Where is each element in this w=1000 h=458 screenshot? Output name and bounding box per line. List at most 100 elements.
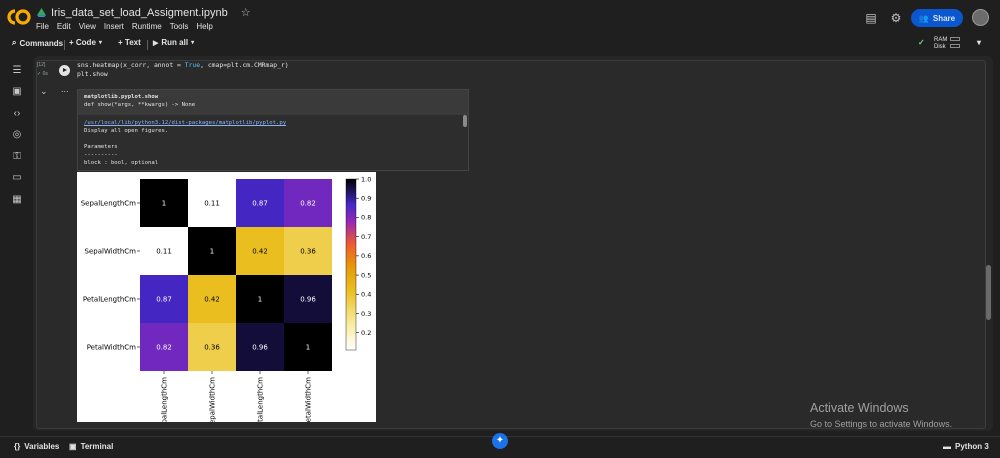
colorbar-tick-label: 1.0 <box>361 175 371 183</box>
output-menu-icon[interactable]: ... <box>61 84 69 94</box>
code-keyword: True <box>184 61 201 69</box>
y-tick-label: SepalWidthCm <box>85 248 137 256</box>
runtime-label: Python 3 <box>955 442 989 451</box>
avatar[interactable] <box>972 9 989 26</box>
terminal-icon: ▣ <box>69 442 77 451</box>
folder-icon[interactable]: ▭ <box>11 172 23 184</box>
gear-icon[interactable]: ⚙ <box>889 11 903 25</box>
star-icon[interactable]: ☆ <box>241 6 251 19</box>
commands-label: Commands <box>19 38 64 48</box>
doc-scrollbar[interactable] <box>463 115 467 127</box>
doc-signature: matplotlib.pyplot.show <box>84 94 159 100</box>
disk-bar <box>950 44 960 48</box>
x-tick-label: PetalLengthCm <box>257 377 265 422</box>
heatmap-annotation: 1 <box>258 296 262 304</box>
colorbar-tick-label: 0.4 <box>361 291 371 299</box>
heatmap-annotation: 0.11 <box>204 200 220 208</box>
colorbar-tick-label: 0.2 <box>361 329 371 337</box>
colorbar-tick-label: 0.9 <box>361 195 371 203</box>
terminal-button[interactable]: ▣ Terminal <box>69 442 113 451</box>
colorbar-tick-label: 0.7 <box>361 233 371 241</box>
exec-count: [12] ✓ 0s <box>37 62 48 77</box>
heatmap-annotation: 0.87 <box>156 296 172 304</box>
runtime-button[interactable]: ▬ Python 3 <box>943 442 989 451</box>
heatmap-annotation: 0.87 <box>252 200 268 208</box>
menu-file[interactable]: File <box>36 22 49 31</box>
toc-icon[interactable]: ☰ <box>11 65 23 77</box>
toolbar-divider <box>64 40 65 50</box>
key-icon[interactable]: ⚿ <box>11 151 23 163</box>
code-icon[interactable]: ‹› <box>11 108 23 120</box>
menu-bar: File Edit View Insert Runtime Tools Help <box>36 22 213 31</box>
toolbar-divider <box>147 40 148 50</box>
y-tick-label: PetalWidthCm <box>87 344 136 352</box>
run-cell-button[interactable] <box>59 65 70 76</box>
heatmap-annotation: 1 <box>306 344 310 352</box>
code-text: plt.show <box>77 69 108 78</box>
doc-source-link[interactable]: /usr/local/lib/python3.12/dist-packages/… <box>84 120 286 126</box>
heatmap-annotation: 0.96 <box>300 296 316 304</box>
run-all-label: Run all <box>161 38 189 47</box>
heatmap-annotation: 0.82 <box>300 200 316 208</box>
doc-description: Display all open figures. <box>84 128 169 134</box>
y-tick-label: SepalLengthCm <box>81 200 136 208</box>
disk-label: Disk <box>934 44 946 50</box>
share-button[interactable]: 👥 Share <box>911 9 963 27</box>
heatmap-annotation: 0.36 <box>204 344 220 352</box>
chevron-down-icon: ▾ <box>191 40 195 46</box>
check-icon: ✓ <box>37 71 42 77</box>
terminal-label: Terminal <box>80 442 114 451</box>
menu-runtime[interactable]: Runtime <box>132 22 162 31</box>
add-code-label: + Code <box>69 38 96 47</box>
x-tick-label: PetalWidthCm <box>305 377 313 422</box>
add-text-button[interactable]: + Text <box>118 38 141 47</box>
commands-button[interactable]: ⌕ Commands <box>12 38 63 48</box>
menu-view[interactable]: View <box>79 22 96 31</box>
activate-windows-subtitle: Go to Settings to activate Windows. <box>810 419 953 429</box>
colorbar <box>345 178 357 351</box>
page-scrollbar[interactable] <box>986 265 991 320</box>
y-tick-label: PetalLengthCm <box>83 296 136 304</box>
notebook-title[interactable]: Iris_data_set_load_Assigment.ipynb <box>51 7 228 19</box>
chevron-down-icon[interactable]: ▾ <box>977 38 981 47</box>
run-all-button[interactable]: ▶ Run all ▾ <box>153 38 194 47</box>
resource-monitor[interactable]: RAM Disk <box>934 37 947 50</box>
braces-icon: {} <box>14 442 21 451</box>
heatmap-annotation: 1 <box>162 200 166 208</box>
toolbar: ⌕ Commands + Code ▾ + Text ▶ Run all ▾ ✓ <box>0 36 1000 53</box>
doc-signature-def: def show(*args, **kwargs) -> None <box>84 102 196 108</box>
heatmap-annotation: 0.42 <box>252 248 268 256</box>
add-code-button[interactable]: + Code ▾ <box>69 38 102 47</box>
colab-logo-icon[interactable] <box>6 8 32 26</box>
title-row: Iris_data_set_load_Assigment.ipynb ☆ <box>37 6 251 19</box>
exec-status: ✓ 0s <box>37 71 48 77</box>
menu-help[interactable]: Help <box>196 22 212 31</box>
comment-icon[interactable]: ▤ <box>864 11 878 25</box>
heatmap-annotation: 0.36 <box>300 248 316 256</box>
people-icon: 👥 <box>918 13 929 23</box>
heatmap-annotation: 0.96 <box>252 344 268 352</box>
menu-insert[interactable]: Insert <box>104 22 124 31</box>
heatmap-annotation: 0.42 <box>204 296 220 304</box>
menu-tools[interactable]: Tools <box>170 22 189 31</box>
menu-edit[interactable]: Edit <box>57 22 71 31</box>
chevron-down-icon: ▾ <box>98 40 102 46</box>
variables-label: Variables <box>24 442 60 451</box>
heatmap-figure: 1 0.11 0.87 0.82 0.11 1 0.42 0.36 0.87 0.42 1 0.96 0… <box>77 172 376 422</box>
collapse-output-icon[interactable]: ⌄ <box>40 86 48 97</box>
share-label: Share <box>932 13 956 23</box>
document-icon[interactable]: ▣ <box>11 86 23 98</box>
gemini-icon[interactable]: ✦ <box>492 433 508 449</box>
variables-icon[interactable]: ◎ <box>11 129 23 141</box>
check-icon: ✓ <box>918 38 925 47</box>
table-icon[interactable]: ▦ <box>11 194 23 206</box>
heatmap-annotation: 0.11 <box>156 248 172 256</box>
x-tick-label: SepalWidthCm <box>209 377 217 422</box>
colab-app: Iris_data_set_load_Assigment.ipynb ☆ Fil… <box>0 0 1000 458</box>
code-text: sns.heatmap(x_corr, annot = <box>77 61 185 69</box>
code-editor[interactable]: sns.heatmap(x_corr, annot = True, cmap=p… <box>77 61 289 78</box>
variables-button[interactable]: {} Variables <box>14 442 59 451</box>
exec-count-label: [12] <box>37 62 46 68</box>
heatmap-svg: 1 0.11 0.87 0.82 0.11 1 0.42 0.36 0.87 0.42 1 0.96 0… <box>81 175 372 422</box>
ram-label: RAM <box>934 37 948 43</box>
